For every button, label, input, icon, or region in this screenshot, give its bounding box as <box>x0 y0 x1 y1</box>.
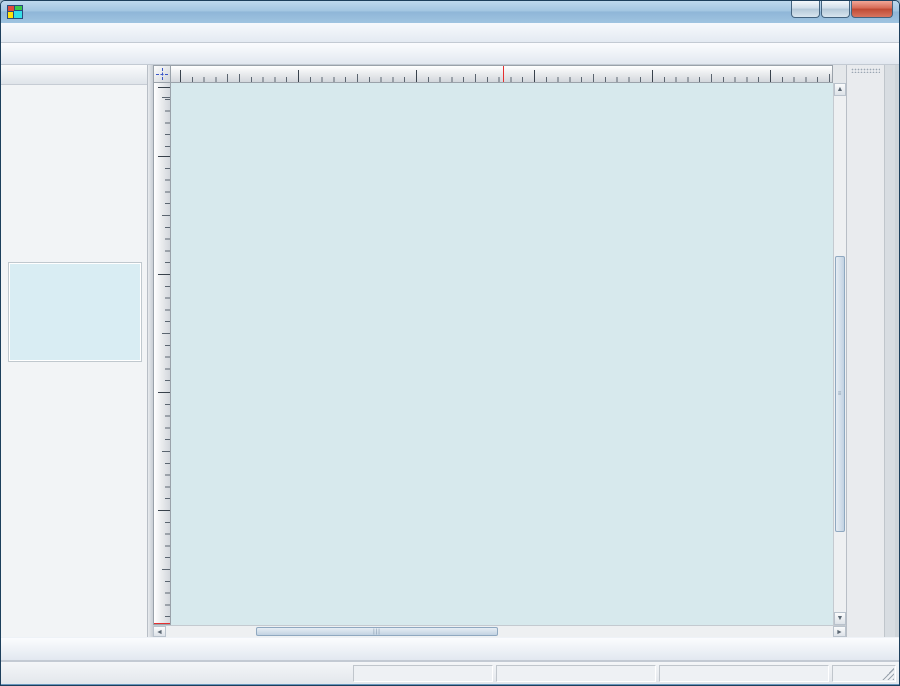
pan-window-body <box>1 85 147 637</box>
bottom-toolbar <box>1 637 899 661</box>
title-bar[interactable] <box>1 1 899 23</box>
horizontal-ruler <box>171 65 833 83</box>
status-position <box>496 665 656 682</box>
map-canvas[interactable] <box>171 83 833 625</box>
status-spacer <box>832 665 896 682</box>
scroll-right-button[interactable]: ► <box>833 626 846 637</box>
panel-menu-button[interactable] <box>115 68 129 82</box>
close-button[interactable] <box>851 1 893 18</box>
ruler-origin-icon <box>153 65 171 83</box>
pan-window-panel <box>1 65 148 637</box>
right-margin <box>884 65 895 637</box>
minimize-button[interactable] <box>791 1 820 18</box>
horizontal-scroll-thumb[interactable]: ||| <box>256 627 498 636</box>
scroll-up-button[interactable]: ▲ <box>834 83 846 96</box>
app-icon <box>7 5 23 19</box>
ruler-cursor-marker-y <box>154 623 170 624</box>
resize-grip[interactable] <box>882 668 894 680</box>
panel-close-button[interactable] <box>129 68 143 82</box>
scroll-left-button[interactable]: ◄ <box>153 626 166 637</box>
pan-window-header[interactable] <box>1 65 147 85</box>
scroll-down-button[interactable]: ▼ <box>834 612 846 625</box>
main-toolbar <box>1 43 899 65</box>
pan-thumbnail-map[interactable] <box>20 284 130 356</box>
vertical-ruler <box>153 83 171 625</box>
main-area: ▲ ≡ ▼ ◄ ||| ► <box>1 65 899 637</box>
horizontal-scrollbar[interactable]: ◄ ||| ► <box>153 625 846 637</box>
ruler-cursor-marker-x <box>503 66 504 82</box>
app-window: ▲ ≡ ▼ ◄ ||| ► <box>0 0 900 686</box>
drawing-tool-palette <box>846 65 884 637</box>
status-size <box>659 665 829 682</box>
vertical-scroll-thumb[interactable]: ≡ <box>835 256 845 532</box>
maximize-button[interactable] <box>821 1 850 18</box>
vertical-scrollbar[interactable]: ▲ ≡ ▼ <box>833 83 846 625</box>
palette-drag-handle[interactable] <box>851 68 880 73</box>
map-thumbnail[interactable] <box>9 263 141 361</box>
canvas-wrap: ▲ ≡ ▼ ◄ ||| ► <box>153 65 846 637</box>
status-mouse-coords <box>353 665 493 682</box>
menu-bar <box>1 23 899 43</box>
status-bar <box>1 661 899 684</box>
